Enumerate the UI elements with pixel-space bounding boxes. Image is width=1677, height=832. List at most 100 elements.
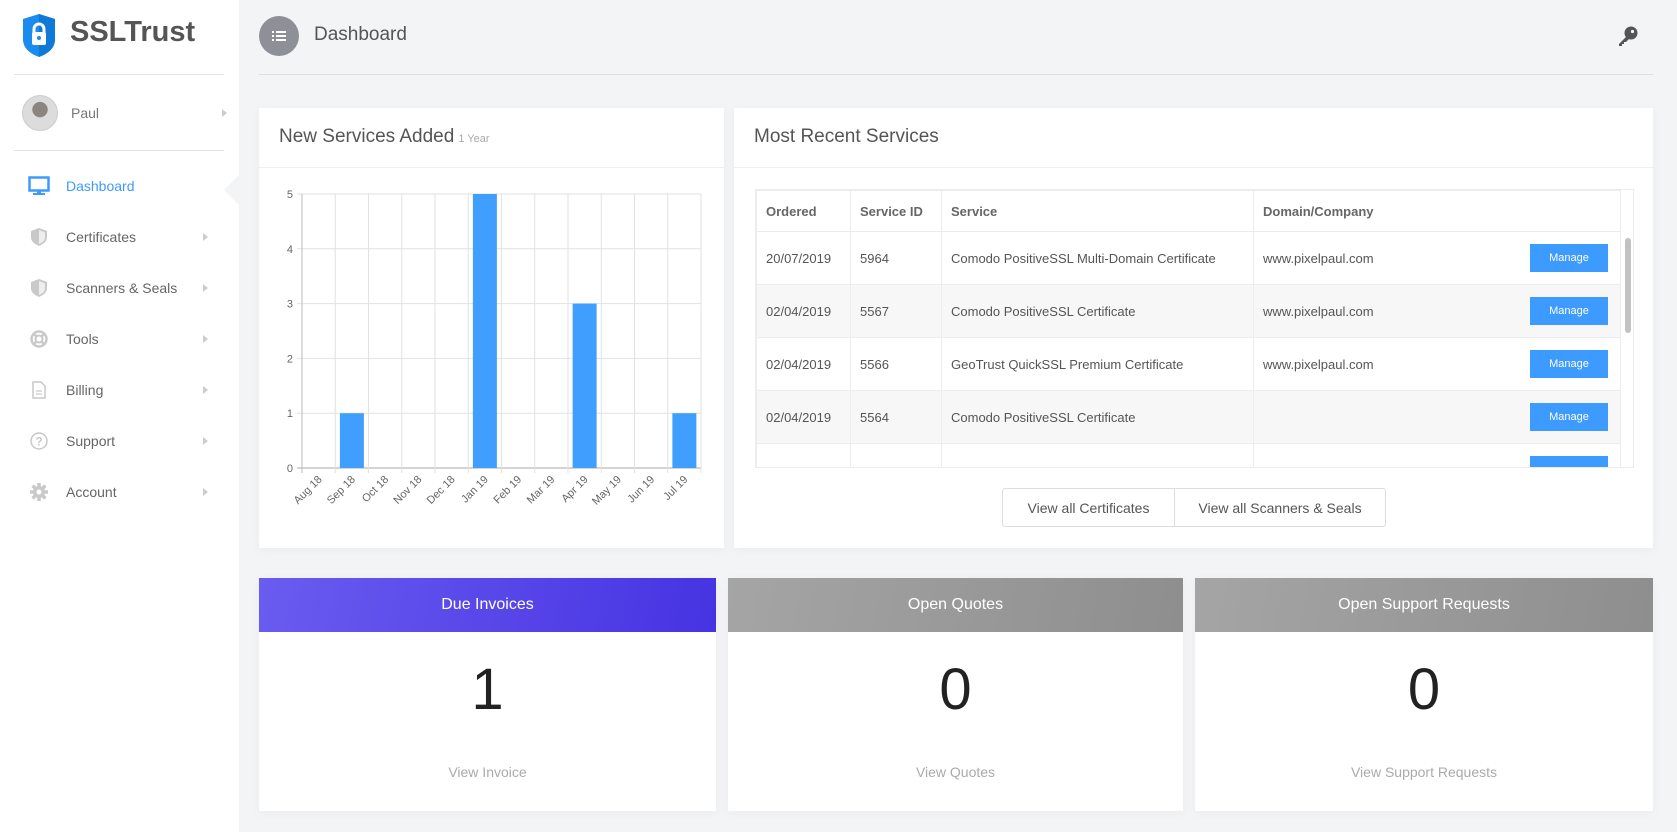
divider	[734, 167, 1653, 168]
stat-card: Open Quotes 0 View Quotes	[728, 578, 1183, 811]
domain-cell: www.pixelpaul.com Manage	[1253, 284, 1621, 338]
user-menu[interactable]: Paul	[0, 93, 239, 133]
question-circle-icon: ?	[28, 430, 50, 452]
services-bar-chart: 0 1 2 3 4 5 Aug 18 Sep 18 Oct 18 Nov 18 Dec 18 Jan …	[287, 189, 702, 508]
sidebar-item-account[interactable]: Account	[0, 472, 239, 512]
x-tick-label: May 19	[590, 474, 624, 508]
domain-cell: www.pixelpaul.com Manage	[1253, 337, 1621, 391]
sidebar-item-label: Billing	[66, 382, 104, 398]
svg-text:?: ?	[35, 435, 42, 449]
scrollbar[interactable]	[1620, 190, 1633, 467]
service-cell: Comodo PositiveSSL Multi-Domain Certific…	[941, 231, 1254, 285]
table-row: 02/04/2019 5564 Comodo PositiveSSL Certi…	[756, 390, 1621, 444]
bar	[472, 194, 497, 468]
manage-button[interactable]: Manage	[1530, 244, 1608, 272]
shield-icon	[28, 226, 50, 248]
x-tick-label: Mar 19	[525, 474, 558, 507]
gear-icon	[28, 481, 50, 503]
services-table: Ordered Service ID Service Domain/Compan…	[756, 190, 1621, 467]
stat-link[interactable]: View Invoice	[259, 764, 716, 780]
domain-cell: Manage	[1253, 390, 1621, 444]
stat-title: Open Support Requests	[1195, 578, 1653, 632]
service-id-cell: 5964	[850, 231, 942, 285]
y-tick-label: 3	[287, 299, 293, 311]
sidebar: SSLTrust Paul Dashboard Certificates Sca…	[0, 0, 239, 832]
x-tick-label: Jan 19	[459, 474, 491, 506]
bar	[572, 303, 597, 468]
manage-button[interactable]	[1530, 456, 1608, 467]
y-tick-label: 5	[287, 189, 293, 201]
column-header: Service	[941, 190, 1254, 232]
avatar	[22, 95, 58, 131]
domain-text: www.pixelpaul.com	[1263, 303, 1374, 319]
sidebar-item-label: Dashboard	[66, 178, 135, 194]
service-id-cell: 5566	[850, 337, 942, 391]
card-title: New Services Added 1 Year	[279, 126, 490, 148]
view-all-scanners-button[interactable]: View all Scanners & Seals	[1175, 488, 1386, 527]
ordered-cell: 02/04/2019	[756, 284, 851, 338]
ordered-cell: 02/04/2019	[756, 390, 851, 444]
sidebar-item-label: Tools	[66, 331, 99, 347]
service-cell: Comodo PositiveSSL Certificate	[941, 390, 1254, 444]
sidebar-item-support[interactable]: ? Support	[0, 421, 239, 461]
x-tick-label: Apr 19	[559, 474, 590, 505]
domain-cell: www.pixelpaul.com Manage	[1253, 231, 1621, 285]
recent-services-card: Most Recent Services Ordered Service ID …	[734, 108, 1653, 548]
x-tick-label: Oct 18	[360, 474, 391, 505]
service-cell: GeoTrust QuickSSL Premium Certificate	[941, 337, 1254, 391]
chevron-right-icon	[203, 386, 208, 394]
stat-link[interactable]: View Quotes	[728, 764, 1183, 780]
document-icon	[28, 379, 50, 401]
column-header: Service ID	[850, 190, 942, 232]
brand-name: SSLTrust	[70, 16, 196, 48]
table-row: 02/04/2019 5566 GeoTrust QuickSSL Premiu…	[756, 337, 1621, 391]
monitor-icon	[28, 175, 50, 197]
y-tick-label: 2	[287, 353, 293, 365]
sidebar-item-billing[interactable]: Billing	[0, 370, 239, 410]
column-header: Domain/Company	[1253, 190, 1621, 232]
table-row	[756, 443, 1621, 467]
ordered-cell: 02/04/2019	[756, 337, 851, 391]
lifebuoy-icon	[28, 328, 50, 350]
view-buttons: View all Certificates View all Scanners …	[1002, 488, 1386, 527]
column-header: Ordered	[756, 190, 851, 232]
y-tick-label: 4	[287, 244, 293, 256]
chevron-right-icon	[203, 437, 208, 445]
sidebar-item-tools[interactable]: Tools	[0, 319, 239, 359]
chevron-right-icon	[222, 109, 227, 117]
stat-card: Open Support Requests 0 View Support Req…	[1195, 578, 1653, 811]
service-id-cell: 5564	[850, 390, 942, 444]
sidebar-item-scanners-seals[interactable]: Scanners & Seals	[0, 268, 239, 308]
sidebar-item-label: Certificates	[66, 229, 137, 245]
stat-value: 1	[471, 657, 504, 722]
ordered-cell: 20/07/2019	[756, 231, 851, 285]
sidebar-item-dashboard[interactable]: Dashboard	[0, 166, 239, 206]
list-icon[interactable]	[259, 16, 299, 56]
manage-button[interactable]: Manage	[1530, 297, 1608, 325]
service-id-cell: 5567	[850, 284, 942, 338]
ssltrust-logo-icon	[23, 14, 55, 57]
x-tick-label: Nov 18	[391, 474, 424, 507]
page-title: Dashboard	[314, 24, 407, 45]
sidebar-item-label: Scanners & Seals	[66, 280, 178, 296]
header-divider	[259, 74, 1653, 75]
x-tick-label: Jul 19	[661, 474, 690, 503]
scrollbar-thumb[interactable]	[1625, 238, 1631, 333]
services-table-scroll[interactable]: Ordered Service ID Service Domain/Compan…	[755, 189, 1634, 468]
x-tick-label: Dec 18	[425, 474, 458, 507]
chevron-right-icon	[203, 335, 208, 343]
sidebar-item-certificates[interactable]: Certificates	[0, 217, 239, 257]
manage-button[interactable]: Manage	[1530, 403, 1608, 431]
table-row: 20/07/2019 5964 Comodo PositiveSSL Multi…	[756, 231, 1621, 285]
stat-title: Open Quotes	[728, 578, 1183, 632]
view-all-certificates-button[interactable]: View all Certificates	[1002, 488, 1175, 527]
stat-title: Due Invoices	[259, 578, 716, 632]
stat-link[interactable]: View Support Requests	[1195, 764, 1653, 780]
key-icon[interactable]	[1617, 25, 1639, 47]
x-tick-label: Feb 19	[492, 474, 525, 507]
y-tick-label: 1	[287, 408, 293, 420]
manage-button[interactable]: Manage	[1530, 350, 1608, 378]
divider	[14, 74, 224, 75]
stat-value: 0	[939, 657, 972, 722]
divider	[14, 150, 224, 151]
